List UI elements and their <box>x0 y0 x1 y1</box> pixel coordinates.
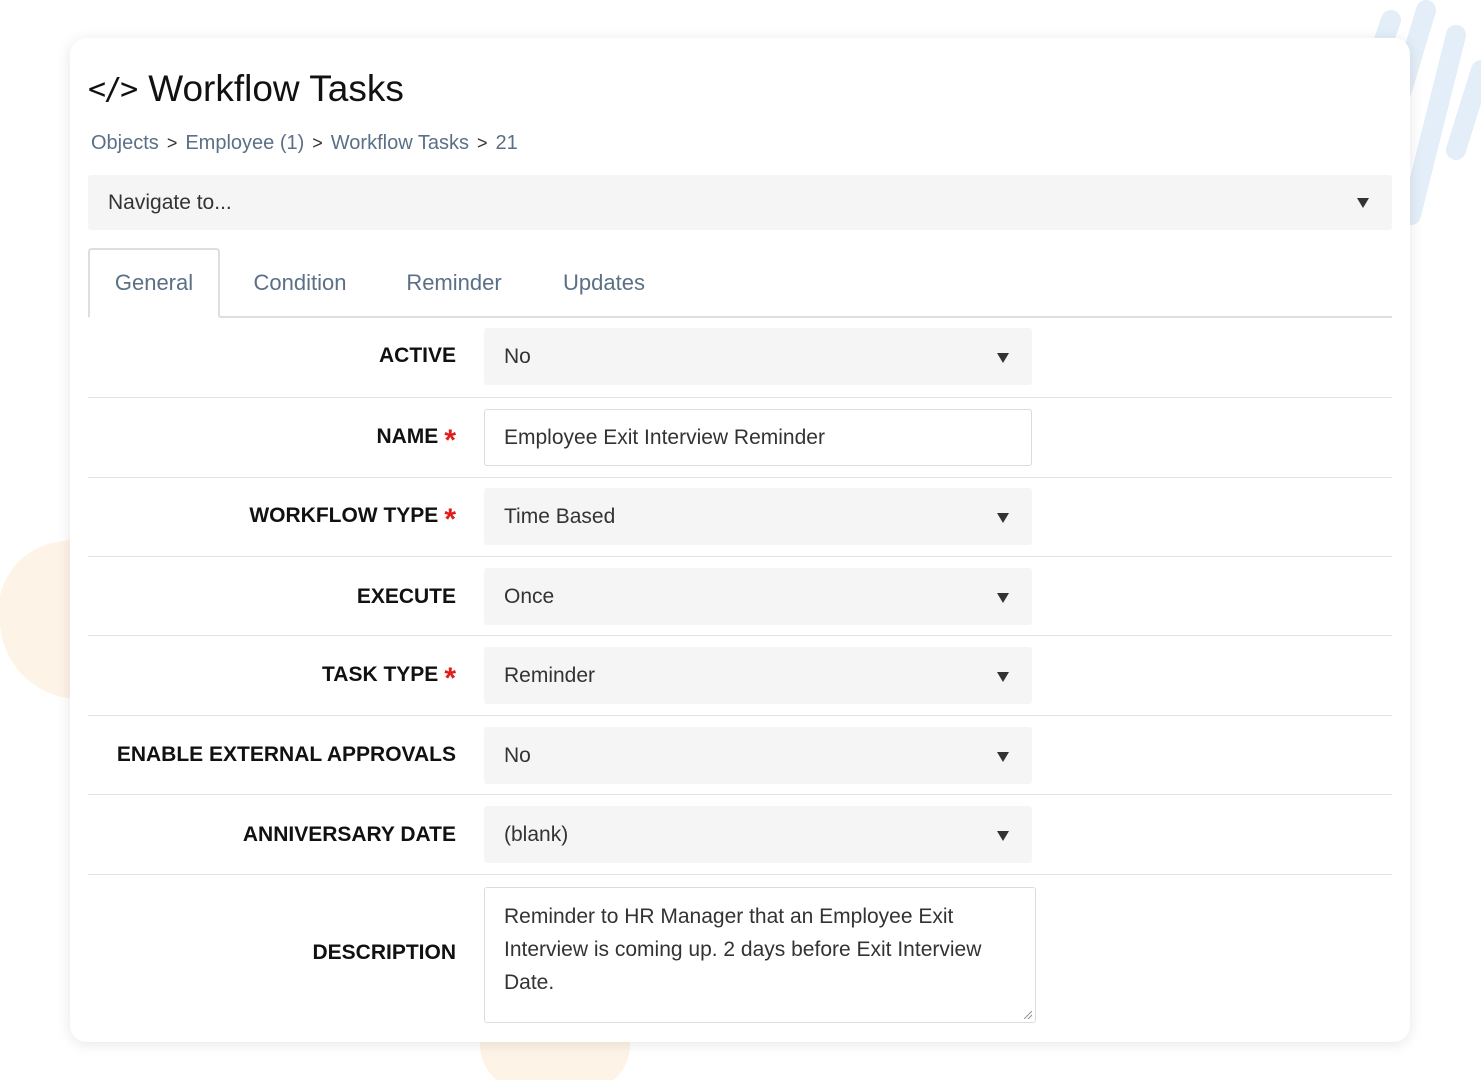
name-label-text: NAME <box>376 425 439 448</box>
execute-label-text: EXECUTE <box>356 585 456 608</box>
name-label: NAME * <box>376 424 456 457</box>
external-approvals-select-value: No <box>504 743 531 767</box>
caret-down-icon <box>997 831 1009 841</box>
caret-down-icon <box>1357 198 1369 208</box>
execute-select[interactable]: Once <box>484 568 1032 625</box>
workflow-task-card: </> Workflow Tasks Objects > Employee (1… <box>70 38 1410 1042</box>
caret-down-icon <box>997 513 1009 523</box>
general-form: ACTIVE No NAME * Employee Exit Interview… <box>88 318 1392 1035</box>
anniversary-date-select[interactable]: (blank) <box>484 806 1032 863</box>
resize-handle-icon[interactable] <box>1024 1011 1032 1019</box>
required-asterisk-icon: * <box>444 503 456 536</box>
external-approvals-label: ENABLE EXTERNAL APPROVALS <box>117 743 456 767</box>
anniversary-date-label: ANNIVERSARY DATE <box>243 823 456 847</box>
execute-select-value: Once <box>504 584 555 608</box>
form-row-description: DESCRIPTION Reminder to HR Manager that … <box>88 875 1392 1035</box>
tab-condition[interactable]: Condition <box>234 248 366 318</box>
task-type-label-text: TASK TYPE <box>322 663 439 686</box>
anniversary-date-label-text: ANNIVERSARY DATE <box>242 823 456 846</box>
active-label-text: ACTIVE <box>378 344 456 367</box>
external-approvals-label-text: ENABLE EXTERNAL APPROVALS <box>116 743 456 766</box>
name-input-value: Employee Exit Interview Reminder <box>504 425 825 449</box>
workflow-type-label: WORKFLOW TYPE * <box>249 503 456 536</box>
form-row-execute: EXECUTE Once <box>88 557 1392 636</box>
form-row-task-type: TASK TYPE * Reminder <box>88 636 1392 716</box>
tab-bar: General Condition Reminder Updates <box>88 248 1392 318</box>
description-textarea-value: Reminder to HR Manager that an Employee … <box>504 905 982 994</box>
workflow-type-select-value: Time Based <box>504 504 616 528</box>
active-select[interactable]: No <box>484 328 1032 385</box>
breadcrumb-current: 21 <box>495 132 518 154</box>
tab-updates[interactable]: Updates <box>538 248 670 318</box>
breadcrumb-separator: > <box>476 133 488 153</box>
description-label: DESCRIPTION <box>312 941 456 965</box>
tab-reminder[interactable]: Reminder <box>388 248 520 318</box>
form-row-active: ACTIVE No <box>88 318 1392 398</box>
active-label: ACTIVE <box>379 344 456 368</box>
page-background: </> Workflow Tasks Objects > Employee (1… <box>0 0 1481 1080</box>
breadcrumb-separator: > <box>166 133 178 153</box>
execute-label: EXECUTE <box>357 585 456 609</box>
workflow-type-label-text: WORKFLOW TYPE <box>249 504 439 527</box>
anniversary-date-select-value: (blank) <box>504 822 569 846</box>
task-type-select-value: Reminder <box>504 663 596 687</box>
required-asterisk-icon: * <box>444 662 456 695</box>
breadcrumb-employee[interactable]: Employee (1) <box>185 132 304 155</box>
task-type-select[interactable]: Reminder <box>484 647 1032 704</box>
caret-down-icon <box>997 672 1009 682</box>
caret-down-icon <box>997 752 1009 762</box>
description-textarea[interactable]: Reminder to HR Manager that an Employee … <box>484 887 1036 1023</box>
description-label-text: DESCRIPTION <box>312 941 456 964</box>
tab-general[interactable]: General <box>88 248 220 318</box>
breadcrumb-objects[interactable]: Objects <box>91 132 159 155</box>
breadcrumb: Objects > Employee (1) > Workflow Tasks … <box>91 132 518 155</box>
form-row-anniversary-date: ANNIVERSARY DATE (blank) <box>88 795 1392 875</box>
caret-down-icon <box>997 353 1009 363</box>
caret-down-icon <box>997 593 1009 603</box>
form-row-name: NAME * Employee Exit Interview Reminder <box>88 398 1392 478</box>
page-title: </> Workflow Tasks <box>88 68 404 110</box>
form-row-external-approvals: ENABLE EXTERNAL APPROVALS No <box>88 716 1392 795</box>
name-input[interactable]: Employee Exit Interview Reminder <box>484 409 1032 466</box>
navigate-to-value: Navigate to... <box>108 190 232 214</box>
breadcrumb-workflow-tasks[interactable]: Workflow Tasks <box>331 132 469 155</box>
workflow-type-select[interactable]: Time Based <box>484 488 1032 545</box>
form-row-workflow-type: WORKFLOW TYPE * Time Based <box>88 478 1392 557</box>
breadcrumb-separator: > <box>312 133 323 153</box>
task-type-label: TASK TYPE * <box>322 662 456 695</box>
required-asterisk-icon: * <box>444 424 456 457</box>
navigate-to-select[interactable]: Navigate to... <box>88 175 1392 230</box>
page-title-text: Workflow Tasks <box>148 68 404 109</box>
code-icon: </> <box>88 71 138 107</box>
external-approvals-select[interactable]: No <box>484 727 1032 784</box>
active-select-value: No <box>504 344 531 368</box>
